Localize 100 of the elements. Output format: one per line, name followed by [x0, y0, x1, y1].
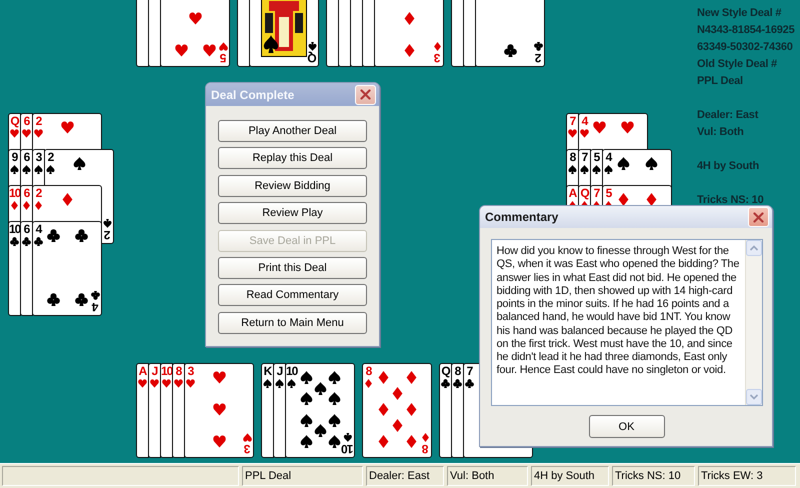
card-rank: 2	[34, 187, 43, 200]
card-rank: 4	[92, 300, 98, 313]
info-text: Old Style Deal #	[697, 57, 778, 72]
spade-icon	[73, 157, 86, 170]
club-icon	[75, 293, 88, 306]
spade-icon	[645, 157, 658, 170]
spade-icon	[314, 424, 327, 437]
card-rank: 8	[174, 365, 183, 378]
card-rank: 2	[34, 115, 43, 128]
scrollbar[interactable]	[744, 240, 762, 405]
card-rank: 2	[104, 228, 110, 241]
club-icon	[534, 42, 543, 51]
card-rank: A	[568, 187, 578, 200]
diamond-icon	[377, 371, 390, 384]
spade-icon	[300, 371, 313, 384]
card-rank: 3	[186, 365, 195, 378]
info-text: 4H by South	[697, 159, 760, 174]
card-rank: 7	[466, 365, 474, 378]
menu-button[interactable]: Replay this Deal	[218, 147, 367, 170]
heart-icon	[175, 44, 188, 57]
card-rank: A	[138, 365, 148, 378]
diamond-icon	[403, 12, 416, 25]
window-title: Commentary	[485, 209, 558, 226]
spade-icon	[308, 42, 317, 51]
status-field: Dealer: East	[366, 466, 444, 486]
card-rank: 3	[244, 442, 250, 455]
menu-button[interactable]: Review Bidding	[218, 174, 367, 197]
menu-button[interactable]: Return to Main Menu	[218, 312, 367, 334]
spade-icon	[328, 371, 341, 384]
playing-card	[350, 0, 363, 67]
spade-icon	[300, 392, 313, 405]
card-rank: Q	[579, 187, 590, 200]
card-rank: 6	[22, 223, 31, 236]
diamond-icon	[391, 387, 404, 400]
status-field: Vul: Both	[447, 466, 528, 486]
card-rank: 4	[604, 151, 613, 164]
club-icon	[10, 237, 19, 246]
card-rank: K	[262, 365, 273, 378]
card-rank: 4	[34, 223, 43, 236]
card-rank: 5	[592, 151, 601, 164]
spade-icon	[103, 219, 112, 228]
spade-icon	[617, 157, 630, 170]
club-icon	[453, 379, 462, 388]
card-rank: 9	[10, 151, 19, 164]
diamond-icon	[364, 379, 373, 388]
diamond-icon	[421, 433, 430, 442]
spade-icon	[314, 382, 327, 395]
playing-card	[136, 0, 149, 67]
spade-icon	[328, 392, 341, 405]
menu-button[interactable]: Read Commentary	[218, 284, 367, 306]
playing-card	[451, 0, 464, 67]
info-text: PPL Deal	[697, 74, 744, 89]
diamond-icon	[61, 193, 74, 206]
info-text: 63349-50302-74360	[697, 40, 794, 55]
card-rank: 4	[580, 115, 589, 128]
spade-icon	[300, 435, 313, 448]
close-button[interactable]	[355, 84, 376, 104]
ok-button[interactable]: OK	[588, 415, 664, 438]
card-rank: 2	[46, 151, 55, 164]
spade-icon	[342, 433, 352, 442]
spade-icon	[300, 414, 313, 427]
diamond-icon	[405, 435, 418, 448]
info-text: New Style Deal #	[697, 6, 782, 21]
card-rank: 8	[364, 365, 373, 378]
card-rank: 6	[22, 115, 31, 128]
card-rank: J	[276, 365, 284, 378]
heart-icon	[219, 42, 228, 51]
menu-button[interactable]: Review Play	[218, 202, 367, 224]
window-title: Deal Complete	[211, 86, 294, 104]
card-rank: 7	[568, 115, 577, 128]
card-rank: 8	[422, 442, 428, 455]
close-button[interactable]	[748, 207, 769, 227]
info-text: Vul: Both	[697, 125, 745, 140]
card-rank: 7	[580, 151, 589, 164]
heart-icon	[213, 435, 226, 448]
playing-card	[326, 0, 339, 67]
card-rank: Q	[308, 51, 317, 64]
close-icon	[360, 89, 371, 100]
club-icon	[47, 229, 60, 242]
menu-button[interactable]: Print this Deal	[218, 256, 367, 279]
status-field: Tricks EW: 3	[698, 466, 796, 486]
heart-icon	[243, 433, 252, 442]
diamond-icon	[405, 371, 418, 384]
card-rank: 2	[536, 51, 542, 64]
menu-button[interactable]: Play Another Deal	[218, 120, 367, 142]
status-field: Tricks NS: 10	[612, 466, 695, 486]
commentary-text: How did you know to finesse through West for the QS, when it was East who opened the bidding? The answer lies in what East did not bid. He opened the bidding with 1D, then showed up with 14 high-card points in the minor suits. If he had 16 points and a balanced hand, he would have bid 1NT. You know his hand was balanced because he played the QD on the first trick. West must have the 10, and since he didn't lead it he had three diamonds, East only four. Hence East could have no singleton or void.	[496, 244, 740, 378]
card-rank: 3	[434, 51, 440, 64]
club-icon	[75, 229, 88, 242]
status-field: PPL Deal	[242, 466, 363, 486]
card-rank: Q	[440, 365, 451, 378]
diamond-icon	[433, 42, 442, 51]
club-icon	[22, 237, 31, 246]
card-rank: 5	[220, 51, 226, 64]
info-text: N4343-81854-16925	[697, 23, 795, 38]
diamond-icon	[377, 435, 390, 448]
club-icon	[91, 291, 100, 300]
heart-icon	[213, 403, 226, 416]
club-icon	[465, 379, 474, 388]
club-icon	[504, 44, 517, 57]
